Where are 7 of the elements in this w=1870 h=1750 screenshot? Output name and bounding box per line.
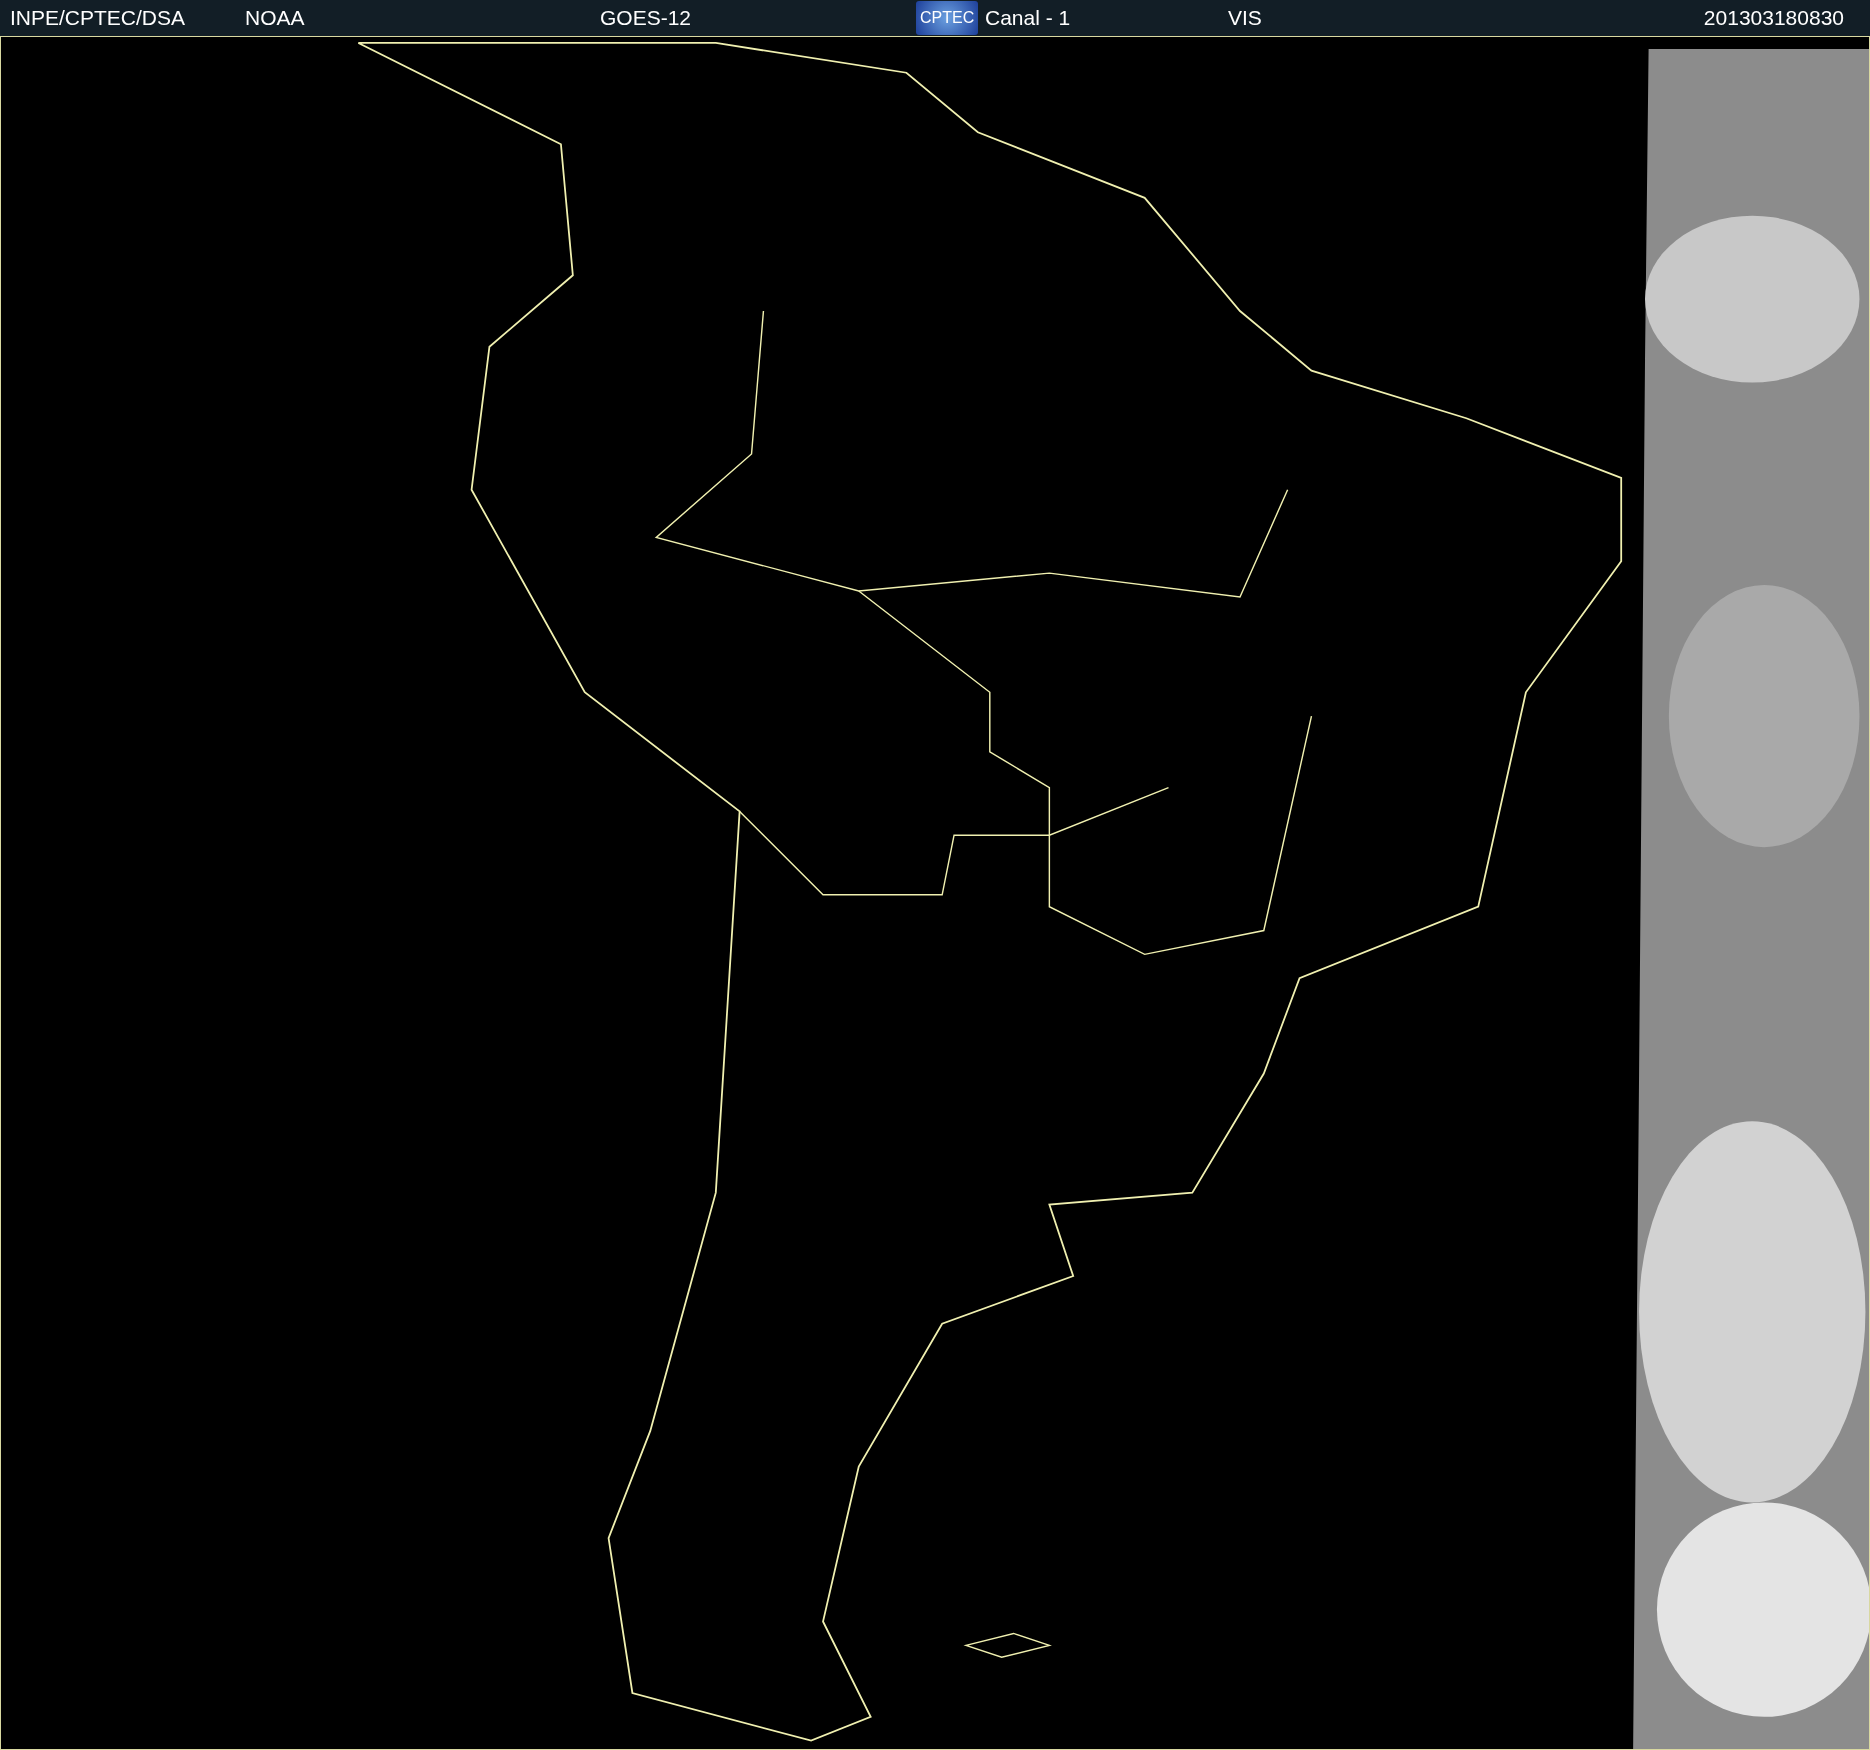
header-label: Canal - 1 (985, 6, 1071, 30)
header-label: INPE/CPTEC/DSA (10, 6, 186, 30)
header-label: GOES-12 (600, 6, 692, 30)
header-label: 201303180830 (1703, 6, 1844, 30)
header-label: VIS (1228, 6, 1262, 30)
logo: CPTEC (916, 1, 979, 35)
header-label: NOAA (245, 6, 305, 30)
